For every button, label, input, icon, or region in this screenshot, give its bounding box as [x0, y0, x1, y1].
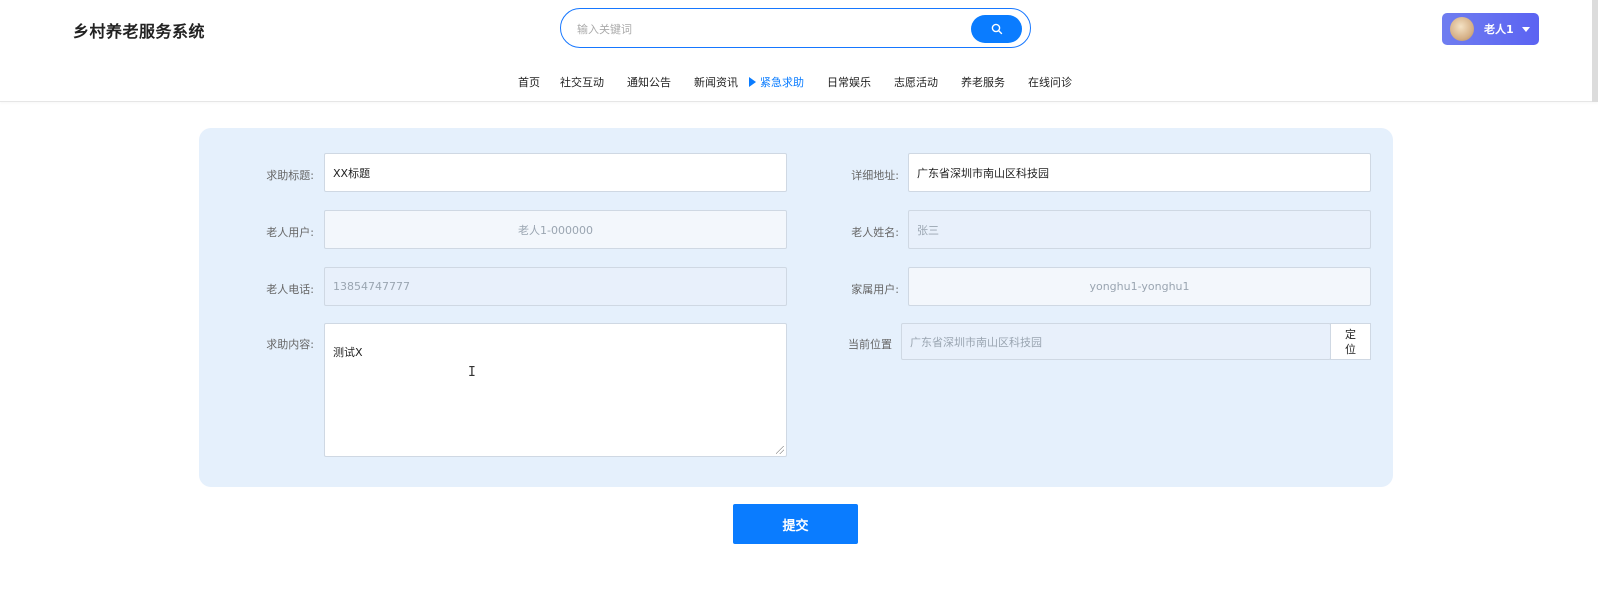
address-label: 详细地址: [851, 169, 899, 182]
nav-item-emergency[interactable]: 紧急求助 [749, 74, 804, 90]
location-field: 广东省深圳市南山区科技园 [901, 323, 1331, 360]
elder-phone-field: 13854747777 [324, 267, 787, 306]
elder-name-field: 张三 [908, 210, 1371, 249]
search-bar [560, 8, 1031, 48]
active-arrow-icon [749, 77, 756, 87]
family-user-label: 家属用户: [851, 283, 899, 296]
resize-handle[interactable] [776, 446, 784, 454]
elder-phone-label: 老人电话: [266, 283, 314, 296]
locate-button-label: 定位 [1345, 328, 1356, 356]
title-label: 求助标题: [266, 169, 314, 182]
chevron-down-icon [1521, 26, 1530, 32]
location-label: 当前位置 [848, 338, 892, 351]
address-input[interactable]: 广东省深圳市南山区科技园 [908, 153, 1371, 192]
content-label: 求助内容: [266, 338, 314, 351]
site-title: 乡村养老服务系统 [73, 22, 206, 41]
search-button[interactable] [971, 15, 1022, 43]
nav-item-home[interactable]: 首页 [518, 74, 540, 90]
nav-item-entertainment[interactable]: 日常娱乐 [827, 74, 871, 90]
user-name: 老人1 [1484, 23, 1514, 36]
content-textarea[interactable]: 测试X [324, 323, 787, 457]
main-nav: 首页 社交互动 通知公告 新闻资讯 紧急求助 日常娱乐 志愿活动 养老服务 在线… [0, 74, 1598, 92]
elder-user-label: 老人用户: [266, 226, 314, 239]
nav-item-elder-service[interactable]: 养老服务 [961, 74, 1005, 90]
search-input[interactable] [577, 18, 957, 40]
title-input[interactable]: XX标题 [324, 153, 787, 192]
scrollbar[interactable] [1592, 0, 1598, 102]
nav-item-notices[interactable]: 通知公告 [627, 74, 671, 90]
nav-item-volunteer[interactable]: 志愿活动 [894, 74, 938, 90]
nav-item-news[interactable]: 新闻资讯 [694, 74, 738, 90]
text-cursor-icon: I [468, 365, 476, 380]
locate-button[interactable]: 定位 [1330, 323, 1371, 360]
nav-item-social[interactable]: 社交互动 [560, 74, 604, 90]
user-menu-button[interactable]: 老人1 [1442, 13, 1539, 45]
elder-user-field: 老人1-000000 [324, 210, 787, 249]
search-icon [991, 23, 1002, 35]
avatar [1450, 17, 1474, 41]
content-text: 测试X [333, 346, 363, 359]
top-header: 乡村养老服务系统 老人1 首页 社交互动 通知公告 新闻资讯 紧急求助 日常娱乐… [0, 0, 1598, 102]
submit-button[interactable]: 提交 [733, 504, 858, 544]
family-user-field: yonghu1-yonghu1 [908, 267, 1371, 306]
elder-name-label: 老人姓名: [851, 226, 899, 239]
nav-item-consultation[interactable]: 在线问诊 [1028, 74, 1072, 90]
nav-item-emergency-label: 紧急求助 [760, 76, 804, 89]
